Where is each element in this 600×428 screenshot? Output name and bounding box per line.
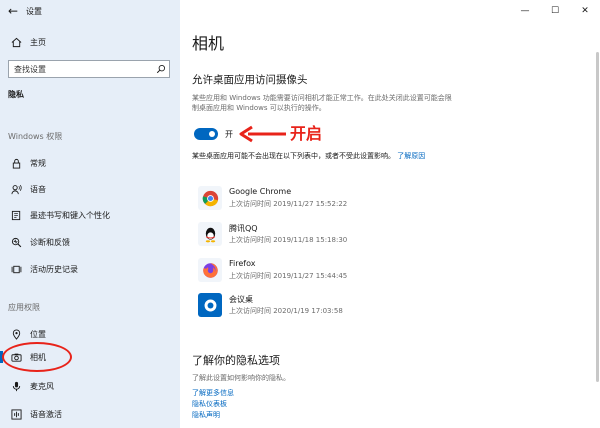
app-name: Google Chrome <box>229 187 292 196</box>
sidebar-item-location[interactable]: 位置 <box>0 325 180 343</box>
sidebar-item-label: 诊断和反馈 <box>30 237 70 247</box>
list-item: 会议桌 上次访问时间 2020/1/19 17:03:58 <box>198 291 438 319</box>
chrome-icon <box>198 186 222 210</box>
group-title-windows: Windows 权限 <box>8 132 63 141</box>
scrollbar-thumb[interactable] <box>596 52 599 382</box>
firefox-icon <box>198 258 222 282</box>
app-last-access: 上次访问时间 2020/1/19 17:03:58 <box>229 307 343 315</box>
app-last-access: 上次访问时间 2019/11/27 15:44:45 <box>229 272 348 280</box>
privacy-statement-link[interactable]: 隐私声明 <box>192 410 220 420</box>
list-item: Firefox 上次访问时间 2019/11/27 15:44:45 <box>198 256 438 284</box>
back-button[interactable]: ← <box>0 0 26 22</box>
pen-icon <box>10 209 22 221</box>
sidebar-item-diagnostics[interactable]: 诊断和反馈 <box>0 233 180 251</box>
lock-icon <box>10 157 22 169</box>
app-name: Firefox <box>229 259 256 268</box>
voice-activation-icon <box>10 408 22 420</box>
sidebar-item-speech[interactable]: 语音 <box>0 180 180 198</box>
apps-note: 某些桌面应用可能不会出现在以下列表中，或者不受此设置影响。 了解原因 <box>192 151 454 161</box>
sidebar-item-label: 位置 <box>30 329 46 339</box>
camera-icon <box>10 351 22 363</box>
microphone-icon <box>10 380 22 392</box>
sidebar-item-label: 墨迹书写和键入个性化 <box>30 210 110 220</box>
sidebar-item-voice-activation[interactable]: 语音激活 <box>0 405 180 423</box>
privacy-dashboard-link[interactable]: 隐私仪表板 <box>192 399 227 409</box>
search-placeholder: 查找设置 <box>14 64 46 74</box>
scrollbar[interactable] <box>594 22 600 428</box>
section-title-privacy: 隐私 <box>8 90 24 99</box>
sidebar-item-label: 活动历史记录 <box>30 264 78 274</box>
sidebar-item-inking[interactable]: 墨迹书写和键入个性化 <box>0 206 180 224</box>
privacy-options-description: 了解此设置如何影响你的隐私。 <box>192 374 290 382</box>
sidebar-item-activity-history[interactable]: 活动历史记录 <box>0 260 180 278</box>
enable-annotation-text: 开启 <box>290 124 323 143</box>
sidebar-item-home[interactable]: 主页 <box>0 33 180 51</box>
location-icon <box>10 328 22 340</box>
app-last-access: 上次访问时间 2019/11/27 15:52:22 <box>229 200 348 208</box>
sidebar-item-label: 主页 <box>30 37 46 47</box>
list-item: Google Chrome 上次访问时间 2019/11/27 15:52:22 <box>198 184 438 212</box>
section-description: 某些应用和 Windows 功能需要访问相机才能正常工作。在此处关闭此设置可能会… <box>192 94 452 112</box>
main-panel: — ☐ ✕ 相机 允许桌面应用访问摄像头 某些应用和 Windows 功能需要访… <box>180 0 600 428</box>
toggle-state-label: 开 <box>225 130 233 139</box>
window-controls: — ☐ ✕ <box>510 0 600 22</box>
search-icon[interactable] <box>153 61 169 77</box>
timeline-icon <box>10 263 22 275</box>
back-arrow-icon: ← <box>7 4 19 18</box>
speech-icon <box>10 183 22 195</box>
page-title: 相机 <box>192 34 225 53</box>
app-last-access: 上次访问时间 2019/11/18 15:18:30 <box>229 236 348 244</box>
app-name: 会议桌 <box>229 295 253 304</box>
meeting-icon <box>198 293 222 317</box>
minimize-icon: — <box>520 6 530 16</box>
app-name: 腾讯QQ <box>229 224 258 233</box>
diagnostics-icon <box>10 236 22 248</box>
sidebar-item-label: 麦克风 <box>30 381 54 391</box>
minimize-button[interactable]: — <box>510 0 540 22</box>
qq-icon <box>198 222 222 246</box>
camera-access-toggle[interactable] <box>194 128 218 140</box>
sidebar-item-label: 相机 <box>30 352 46 362</box>
sidebar-item-microphone[interactable]: 麦克风 <box>0 377 180 395</box>
sidebar-item-label: 常规 <box>30 158 46 168</box>
apps-note-text: 某些桌面应用可能不会出现在以下列表中，或者不受此设置影响。 <box>192 152 395 160</box>
titlebar: ← 设置 <box>0 0 180 22</box>
app-title: 设置 <box>26 6 42 16</box>
close-icon: ✕ <box>581 6 589 16</box>
red-arrow-annotation-icon <box>239 125 286 143</box>
learn-why-link[interactable]: 了解原因 <box>397 152 425 160</box>
home-icon <box>10 36 22 48</box>
sidebar-item-general[interactable]: 常规 <box>0 154 180 172</box>
sidebar-item-label: 语音激活 <box>30 409 62 419</box>
sidebar: ← 设置 主页 查找设置 隐私 Windows 权限 常规 语音 墨迹书写和键入… <box>0 0 180 428</box>
close-button[interactable]: ✕ <box>570 0 600 22</box>
sidebar-item-label: 语音 <box>30 184 46 194</box>
search-input[interactable]: 查找设置 <box>8 60 170 78</box>
group-title-app-permissions: 应用权限 <box>8 303 40 312</box>
maximize-button[interactable]: ☐ <box>540 0 570 22</box>
list-item: 腾讯QQ 上次访问时间 2019/11/18 15:18:30 <box>198 220 438 248</box>
learn-more-link[interactable]: 了解更多信息 <box>192 388 234 398</box>
sidebar-item-camera[interactable]: 相机 <box>0 348 180 366</box>
toggle-knob <box>209 131 215 137</box>
maximize-icon: ☐ <box>550 6 560 16</box>
privacy-options-title: 了解你的隐私选项 <box>192 354 280 367</box>
section-title: 允许桌面应用访问摄像头 <box>192 74 308 86</box>
